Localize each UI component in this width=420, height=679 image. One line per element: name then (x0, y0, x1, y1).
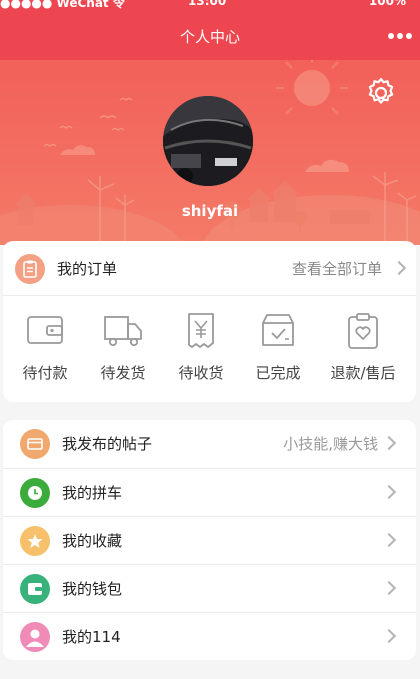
order-pending-payment[interactable]: 待付款 (5, 311, 85, 391)
status-bar: ●●●●● WeChat 令 13:00 100% (0, 0, 420, 14)
order-pending-receipt-label: 待收货 (178, 364, 224, 382)
order-pending-payment-label: 待付款 (22, 364, 68, 382)
menu-item-wallet[interactable]: 我的钱包 (3, 564, 416, 612)
menu-item-label: 我的钱包 (62, 580, 123, 598)
profile-header: shiyfai (0, 60, 420, 245)
clock-text: 13:00 (188, 0, 227, 8)
chevron-right-icon (381, 532, 397, 548)
chevron-right-icon (391, 260, 407, 276)
menu-item-label: 我的114 (62, 628, 121, 646)
order-refund-label: 退款/售后 (330, 364, 396, 382)
menu-item-label: 我的收藏 (62, 532, 123, 550)
more-dots-icon[interactable] (388, 26, 414, 46)
order-pending-shipment[interactable]: 待发货 (83, 311, 163, 391)
nav-bar: 个人中心 (0, 14, 420, 60)
order-completed[interactable]: 已完成 (238, 311, 318, 391)
menu-item-favorites[interactable]: 我的收藏 (3, 516, 416, 564)
post-icon (20, 429, 50, 459)
order-completed-label: 已完成 (255, 364, 301, 382)
orders-title: 我的订单 (57, 260, 118, 278)
gear-icon[interactable] (364, 76, 398, 110)
star-icon (20, 526, 50, 556)
user-icon (20, 622, 50, 652)
menu-item-my-114[interactable]: 我的114 (3, 612, 416, 660)
order-refund[interactable]: 退款/售后 (323, 311, 403, 391)
truck-icon (104, 316, 142, 347)
chevron-right-icon (381, 484, 397, 500)
avatar[interactable] (163, 96, 253, 186)
page-title: 个人中心 (179, 28, 240, 46)
menu-item-my-posts[interactable]: 我发布的帖子 小技能,赚大钱 (3, 420, 416, 468)
orders-header[interactable]: 我的订单 查看全部订单 (3, 241, 416, 296)
chevron-right-icon (381, 435, 397, 451)
battery-text: 100% (368, 0, 406, 8)
menu-item-label: 我发布的帖子 (62, 435, 153, 453)
menu-item-hint: 小技能,赚大钱 (283, 435, 378, 453)
box-check-icon (262, 314, 294, 346)
menu-item-label: 我的拼车 (62, 484, 123, 502)
wallet-icon (27, 316, 63, 344)
wallet-icon (20, 574, 50, 604)
username: shiyfai (181, 202, 239, 220)
chevron-right-icon (381, 580, 397, 596)
menu-list: 我发布的帖子 小技能,赚大钱 我的拼车 我的收藏 我的钱包 我的114 (3, 420, 416, 660)
order-pending-receipt[interactable]: 待收货 (161, 311, 241, 391)
clipboard-heart-icon (348, 313, 378, 349)
order-list-icon (15, 254, 45, 284)
orders-card: 我的订单 查看全部订单 待付款 待发货 待收货 已完成 退款/售后 (3, 241, 416, 402)
order-pending-shipment-label: 待发货 (100, 364, 146, 382)
yen-receipt-icon (188, 313, 214, 348)
menu-item-carpool[interactable]: 我的拼车 (3, 468, 416, 516)
view-all-orders-link[interactable]: 查看全部订单 (292, 258, 382, 279)
clock-icon (20, 478, 50, 508)
chevron-right-icon (381, 628, 397, 644)
carrier-text: ●●●●● WeChat 令 (0, 0, 125, 10)
